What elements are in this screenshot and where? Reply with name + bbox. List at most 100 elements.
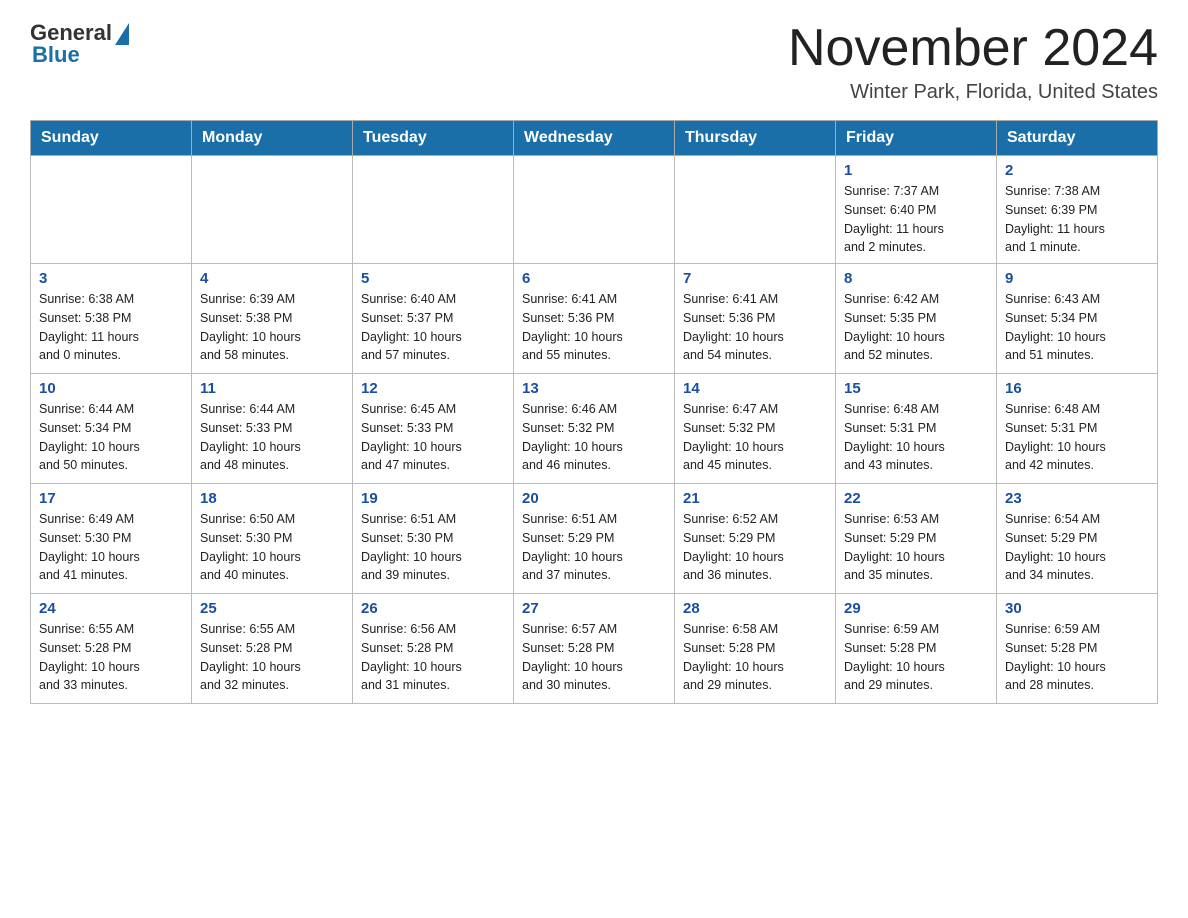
calendar-cell: 21 Sunrise: 6:52 AMSunset: 5:29 PMDayligh…	[675, 484, 836, 594]
day-number: 6	[522, 270, 666, 287]
page-header: General Blue November 2024 Winter Park, …	[30, 20, 1158, 104]
calendar-cell: 14 Sunrise: 6:47 AMSunset: 5:32 PMDayligh…	[675, 374, 836, 484]
calendar-cell: 9 Sunrise: 6:43 AMSunset: 5:34 PMDaylight…	[997, 264, 1158, 374]
day-info: Sunrise: 6:56 AMSunset: 5:28 PMDaylight:…	[361, 620, 505, 695]
calendar-cell: 10 Sunrise: 6:44 AMSunset: 5:34 PMDayligh…	[31, 374, 192, 484]
day-number: 14	[683, 380, 827, 397]
day-info: Sunrise: 6:53 AMSunset: 5:29 PMDaylight:…	[844, 510, 988, 585]
day-info: Sunrise: 6:45 AMSunset: 5:33 PMDaylight:…	[361, 400, 505, 475]
day-number: 21	[683, 490, 827, 507]
day-number: 30	[1005, 600, 1149, 617]
day-number: 2	[1005, 162, 1149, 179]
day-info: Sunrise: 6:51 AMSunset: 5:29 PMDaylight:…	[522, 510, 666, 585]
calendar-cell: 6Sunrise: 6:41 AMSunset: 5:36 PMDaylight…	[514, 264, 675, 374]
calendar-cell: 28 Sunrise: 6:58 AMSunset: 5:28 PMDayligh…	[675, 594, 836, 704]
calendar-cell: 29Sunrise: 6:59 AMSunset: 5:28 PMDayligh…	[836, 594, 997, 704]
calendar-cell: 5 Sunrise: 6:40 AMSunset: 5:37 PMDaylight…	[353, 264, 514, 374]
logo-blue-text: Blue	[32, 42, 80, 68]
day-info: Sunrise: 6:47 AMSunset: 5:32 PMDaylight:…	[683, 400, 827, 475]
day-info: Sunrise: 6:44 AMSunset: 5:34 PMDaylight:…	[39, 400, 183, 475]
day-number: 23	[1005, 490, 1149, 507]
day-number: 4	[200, 270, 344, 287]
week-row-1: 3 Sunrise: 6:38 AMSunset: 5:38 PMDaylight…	[31, 264, 1158, 374]
day-info: Sunrise: 6:38 AMSunset: 5:38 PMDaylight:…	[39, 290, 183, 365]
day-number: 22	[844, 490, 988, 507]
day-number: 11	[200, 380, 344, 397]
calendar-cell: 7 Sunrise: 6:41 AMSunset: 5:36 PMDaylight…	[675, 264, 836, 374]
day-info: Sunrise: 6:39 AMSunset: 5:38 PMDaylight:…	[200, 290, 344, 365]
day-info: Sunrise: 6:48 AMSunset: 5:31 PMDaylight:…	[1005, 400, 1149, 475]
day-number: 16	[1005, 380, 1149, 397]
calendar-cell: 4 Sunrise: 6:39 AMSunset: 5:38 PMDaylight…	[192, 264, 353, 374]
day-info: Sunrise: 6:59 AMSunset: 5:28 PMDaylight:…	[1005, 620, 1149, 695]
calendar-cell: 15 Sunrise: 6:48 AMSunset: 5:31 PMDayligh…	[836, 374, 997, 484]
logo: General Blue	[30, 20, 129, 68]
calendar-cell	[192, 156, 353, 264]
weekday-header-sunday: Sunday	[31, 121, 192, 156]
day-number: 24	[39, 600, 183, 617]
calendar-cell	[353, 156, 514, 264]
calendar-cell: 27 Sunrise: 6:57 AMSunset: 5:28 PMDayligh…	[514, 594, 675, 704]
calendar-cell: 3 Sunrise: 6:38 AMSunset: 5:38 PMDaylight…	[31, 264, 192, 374]
day-number: 7	[683, 270, 827, 287]
calendar-cell: 8Sunrise: 6:42 AMSunset: 5:35 PMDaylight…	[836, 264, 997, 374]
day-number: 27	[522, 600, 666, 617]
day-info: Sunrise: 6:59 AMSunset: 5:28 PMDaylight:…	[844, 620, 988, 695]
day-number: 1	[844, 162, 988, 179]
day-number: 5	[361, 270, 505, 287]
day-number: 15	[844, 380, 988, 397]
calendar-cell: 26 Sunrise: 6:56 AMSunset: 5:28 PMDayligh…	[353, 594, 514, 704]
day-info: Sunrise: 7:37 AMSunset: 6:40 PMDaylight:…	[844, 182, 988, 257]
day-number: 20	[522, 490, 666, 507]
day-number: 3	[39, 270, 183, 287]
calendar-cell: 23Sunrise: 6:54 AMSunset: 5:29 PMDayligh…	[997, 484, 1158, 594]
location-title: Winter Park, Florida, United States	[788, 81, 1158, 104]
calendar-cell: 12Sunrise: 6:45 AMSunset: 5:33 PMDayligh…	[353, 374, 514, 484]
day-info: Sunrise: 6:58 AMSunset: 5:28 PMDaylight:…	[683, 620, 827, 695]
day-number: 25	[200, 600, 344, 617]
calendar-cell: 25 Sunrise: 6:55 AMSunset: 5:28 PMDayligh…	[192, 594, 353, 704]
day-info: Sunrise: 6:57 AMSunset: 5:28 PMDaylight:…	[522, 620, 666, 695]
day-info: Sunrise: 6:49 AMSunset: 5:30 PMDaylight:…	[39, 510, 183, 585]
day-info: Sunrise: 6:51 AMSunset: 5:30 PMDaylight:…	[361, 510, 505, 585]
calendar-cell	[31, 156, 192, 264]
calendar-cell: 18 Sunrise: 6:50 AMSunset: 5:30 PMDayligh…	[192, 484, 353, 594]
logo-triangle-icon	[115, 23, 129, 45]
calendar-cell: 1 Sunrise: 7:37 AMSunset: 6:40 PMDaylight…	[836, 156, 997, 264]
day-number: 19	[361, 490, 505, 507]
day-info: Sunrise: 6:48 AMSunset: 5:31 PMDaylight:…	[844, 400, 988, 475]
day-info: Sunrise: 6:55 AMSunset: 5:28 PMDaylight:…	[39, 620, 183, 695]
month-title: November 2024	[788, 20, 1158, 77]
weekday-header-tuesday: Tuesday	[353, 121, 514, 156]
calendar-cell	[675, 156, 836, 264]
day-info: Sunrise: 6:43 AMSunset: 5:34 PMDaylight:…	[1005, 290, 1149, 365]
week-row-0: 1 Sunrise: 7:37 AMSunset: 6:40 PMDaylight…	[31, 156, 1158, 264]
day-number: 10	[39, 380, 183, 397]
day-number: 8	[844, 270, 988, 287]
calendar-cell: 22 Sunrise: 6:53 AMSunset: 5:29 PMDayligh…	[836, 484, 997, 594]
day-info: Sunrise: 6:52 AMSunset: 5:29 PMDaylight:…	[683, 510, 827, 585]
weekday-header-thursday: Thursday	[675, 121, 836, 156]
weekday-header-monday: Monday	[192, 121, 353, 156]
calendar-table: SundayMondayTuesdayWednesdayThursdayFrid…	[30, 120, 1158, 704]
day-info: Sunrise: 6:44 AMSunset: 5:33 PMDaylight:…	[200, 400, 344, 475]
calendar-cell: 17 Sunrise: 6:49 AMSunset: 5:30 PMDayligh…	[31, 484, 192, 594]
weekday-header-wednesday: Wednesday	[514, 121, 675, 156]
calendar-cell: 20 Sunrise: 6:51 AMSunset: 5:29 PMDayligh…	[514, 484, 675, 594]
day-number: 26	[361, 600, 505, 617]
day-number: 17	[39, 490, 183, 507]
day-number: 9	[1005, 270, 1149, 287]
weekday-header-saturday: Saturday	[997, 121, 1158, 156]
day-info: Sunrise: 6:41 AMSunset: 5:36 PMDaylight:…	[683, 290, 827, 365]
title-area: November 2024 Winter Park, Florida, Unit…	[788, 20, 1158, 104]
day-number: 28	[683, 600, 827, 617]
day-info: Sunrise: 6:46 AMSunset: 5:32 PMDaylight:…	[522, 400, 666, 475]
day-info: Sunrise: 6:40 AMSunset: 5:37 PMDaylight:…	[361, 290, 505, 365]
calendar-cell: 11 Sunrise: 6:44 AMSunset: 5:33 PMDayligh…	[192, 374, 353, 484]
day-number: 18	[200, 490, 344, 507]
day-number: 13	[522, 380, 666, 397]
day-info: Sunrise: 6:55 AMSunset: 5:28 PMDaylight:…	[200, 620, 344, 695]
calendar-cell: 13 Sunrise: 6:46 AMSunset: 5:32 PMDayligh…	[514, 374, 675, 484]
week-row-4: 24 Sunrise: 6:55 AMSunset: 5:28 PMDayligh…	[31, 594, 1158, 704]
day-info: Sunrise: 6:50 AMSunset: 5:30 PMDaylight:…	[200, 510, 344, 585]
